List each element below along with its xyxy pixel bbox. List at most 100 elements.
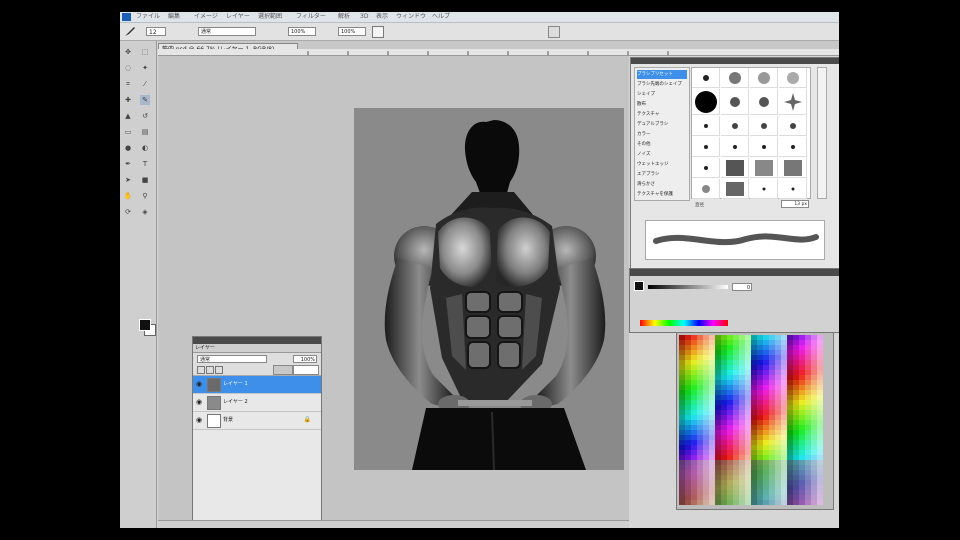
brush-preset-item[interactable]: エアブラシ: [637, 170, 687, 179]
airbrush-button[interactable]: [372, 26, 384, 38]
menu-view[interactable]: 表示: [376, 13, 388, 21]
brush-tip[interactable]: [721, 89, 749, 115]
3d-tool-icon[interactable]: ◈: [140, 207, 150, 217]
brush-tip[interactable]: [779, 158, 807, 178]
menu-help[interactable]: ヘルプ: [432, 13, 450, 21]
color-value-field[interactable]: 0: [732, 283, 752, 291]
lasso-tool-icon[interactable]: ◌: [123, 63, 133, 73]
brush-tip[interactable]: [779, 68, 807, 88]
blend-mode-select[interactable]: 通常: [197, 355, 267, 363]
brush-tip[interactable]: [779, 116, 807, 136]
rotate-view-tool-icon[interactable]: ⟳: [123, 207, 133, 217]
type-tool-icon[interactable]: T: [140, 159, 150, 169]
brush-tip[interactable]: [721, 158, 749, 178]
lock-transparency-icon[interactable]: [197, 366, 205, 374]
brush-preset-item[interactable]: ブラシ先端のシェイプ: [637, 80, 687, 89]
brush-preset-item[interactable]: ブラシプリセット: [637, 70, 687, 79]
color-foreground-swatch[interactable]: [634, 281, 644, 291]
brush-tip[interactable]: [721, 68, 749, 88]
zoom-tool-icon[interactable]: ⚲: [140, 191, 150, 201]
brush-grid-scrollbar[interactable]: [817, 67, 827, 199]
dodge-tool-icon[interactable]: ◐: [140, 143, 150, 153]
flow-field[interactable]: 100%: [338, 27, 366, 36]
color-slider[interactable]: [648, 285, 728, 289]
brush-tip[interactable]: [721, 137, 749, 157]
brush-preset-item[interactable]: 滑らかさ: [637, 180, 687, 189]
gradient-tool-icon[interactable]: ▤: [140, 127, 150, 137]
brush-preset-item[interactable]: テクスチャを保護: [637, 190, 687, 199]
menu-select[interactable]: 選択範囲: [258, 13, 282, 21]
eraser-tool-icon[interactable]: ▭: [123, 127, 133, 137]
menu-analysis[interactable]: 解析: [338, 13, 350, 21]
swatch-grid[interactable]: [679, 335, 823, 505]
menu-3d[interactable]: 3D: [360, 13, 368, 21]
tablet-pressure-button[interactable]: [548, 26, 560, 38]
brush-preset-item[interactable]: デュアルブラシ: [637, 120, 687, 129]
color-swatch[interactable]: [817, 500, 823, 505]
layer-row[interactable]: ◉ レイヤー 1: [193, 376, 321, 394]
menu-image[interactable]: イメージ: [194, 13, 218, 21]
brush-tip[interactable]: [750, 89, 778, 115]
pen-tool-icon[interactable]: ✒: [123, 159, 133, 169]
eyedropper-tool-icon[interactable]: ⁄: [140, 79, 150, 89]
brush-size-input[interactable]: 13 px: [781, 200, 809, 208]
brush-tip[interactable]: [779, 137, 807, 157]
blur-tool-icon[interactable]: ●: [123, 143, 133, 153]
brush-tip[interactable]: [779, 179, 807, 199]
foreground-color-swatch[interactable]: [139, 319, 151, 331]
menu-filter[interactable]: フィルター: [296, 13, 326, 21]
brush-preset-item[interactable]: 散布: [637, 100, 687, 109]
stamp-tool-icon[interactable]: ▲: [123, 111, 133, 121]
brush-size-field[interactable]: 12: [146, 27, 166, 36]
menu-file[interactable]: ファイル: [136, 13, 160, 21]
eye-icon[interactable]: ◉: [196, 381, 203, 388]
shape-tool-icon[interactable]: ■: [140, 175, 150, 185]
magic-wand-tool-icon[interactable]: ✦: [140, 63, 150, 73]
brush-tip[interactable]: [750, 158, 778, 178]
color-ramp[interactable]: [640, 320, 728, 326]
brush-tip[interactable]: [721, 116, 749, 136]
menu-layer[interactable]: レイヤー: [226, 13, 250, 21]
brush-preset-item[interactable]: ノイズ: [637, 150, 687, 159]
brush-tool-icon[interactable]: ✎: [140, 95, 150, 105]
brush-tip[interactable]: [692, 179, 720, 199]
brush-panel-titlebar[interactable]: [631, 58, 839, 64]
brush-preset-item[interactable]: シェイプ: [637, 90, 687, 99]
brush-tip[interactable]: [721, 179, 749, 199]
brush-tip[interactable]: [779, 89, 807, 115]
color-panel-titlebar[interactable]: [630, 269, 839, 276]
layers-tab[interactable]: レイヤー: [193, 344, 321, 353]
brush-preset-item[interactable]: テクスチャ: [637, 110, 687, 119]
healing-tool-icon[interactable]: ✚: [123, 95, 133, 105]
lock-all-icon[interactable]: [273, 365, 293, 375]
menu-edit[interactable]: 編集: [168, 13, 180, 21]
move-tool-icon[interactable]: ✥: [123, 47, 133, 57]
layers-panel-titlebar[interactable]: [193, 337, 321, 344]
brush-tip[interactable]: [692, 68, 720, 88]
mode-select[interactable]: 通常: [198, 27, 256, 36]
brush-preset-item[interactable]: その他: [637, 140, 687, 149]
brush-tool-icon[interactable]: [124, 26, 136, 37]
brush-tip[interactable]: [692, 137, 720, 157]
hand-tool-icon[interactable]: ✋: [123, 191, 133, 201]
path-select-tool-icon[interactable]: ➤: [123, 175, 133, 185]
eye-icon[interactable]: ◉: [196, 417, 203, 424]
brush-tip[interactable]: [692, 116, 720, 136]
brush-tip[interactable]: [750, 137, 778, 157]
brush-tip[interactable]: [692, 158, 720, 178]
lock-pixels-icon[interactable]: [206, 366, 214, 374]
marquee-tool-icon[interactable]: ⬚: [140, 47, 150, 57]
layer-row[interactable]: ◉ 背景 🔒: [193, 412, 321, 430]
opacity-field[interactable]: 100%: [288, 27, 316, 36]
brush-preset-item[interactable]: カラー: [637, 130, 687, 139]
history-brush-tool-icon[interactable]: ↺: [140, 111, 150, 121]
brush-tip[interactable]: [750, 116, 778, 136]
menu-window[interactable]: ウィンドウ: [396, 13, 426, 21]
document-canvas[interactable]: [354, 108, 624, 470]
brush-tip[interactable]: [750, 68, 778, 88]
layer-opacity-field[interactable]: 100%: [293, 355, 317, 363]
crop-tool-icon[interactable]: ⌗: [123, 79, 133, 89]
layer-row[interactable]: ◉ レイヤー 2: [193, 394, 321, 412]
eye-icon[interactable]: ◉: [196, 399, 203, 406]
brush-tip[interactable]: [750, 179, 778, 199]
